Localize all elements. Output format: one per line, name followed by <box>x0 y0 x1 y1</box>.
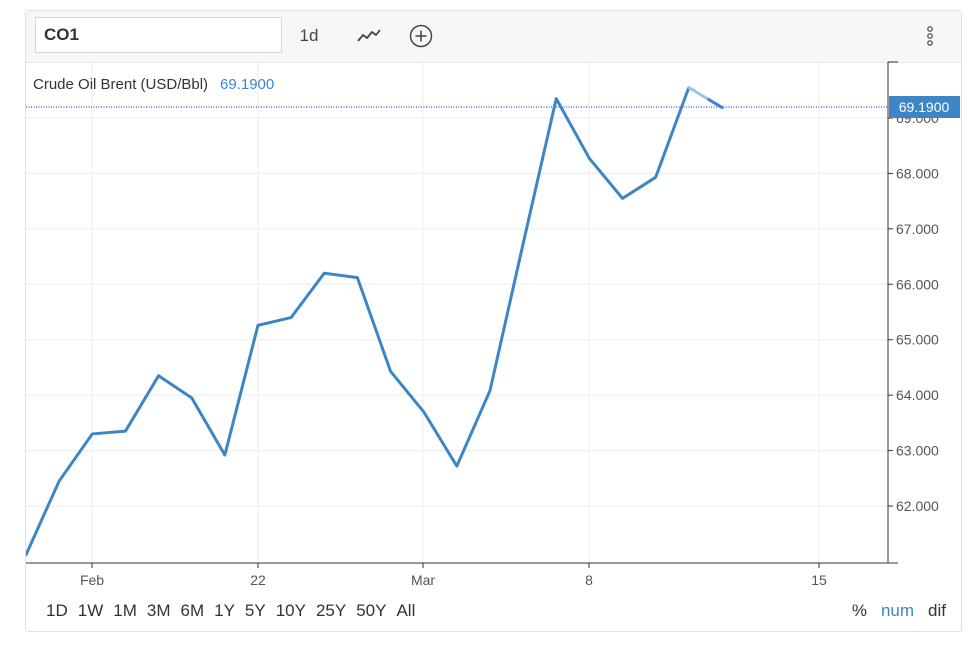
range-button-1w[interactable]: 1W <box>73 599 109 623</box>
range-button-25y[interactable]: 25Y <box>311 599 351 623</box>
y-tick-label: 63.000 <box>896 443 939 459</box>
range-button-50y[interactable]: 50Y <box>351 599 391 623</box>
range-button-all[interactable]: All <box>391 599 420 623</box>
mode-button-percent[interactable]: % <box>845 599 874 623</box>
price-tag-label: 69.1900 <box>899 99 950 115</box>
range-button-6m[interactable]: 6M <box>175 599 209 623</box>
mode-button-num[interactable]: num <box>874 599 921 623</box>
x-tick-label: 8 <box>585 572 593 588</box>
legend-series-name: Crude Oil Brent (USD/Bbl) <box>33 76 208 93</box>
y-tick-label: 64.000 <box>896 387 939 403</box>
chart-widget: 1d 62.00063.00064.00065. <box>25 10 962 632</box>
legend-series-value: 69.1900 <box>220 76 274 93</box>
x-tick-label: Feb <box>80 572 104 588</box>
range-button-1y[interactable]: 1Y <box>209 599 240 623</box>
range-button-3m[interactable]: 3M <box>142 599 176 623</box>
price-chart[interactable]: 62.000 63.000 64.000 65.000 66.000 67.000 68.0… <box>26 11 961 591</box>
range-button-10y[interactable]: 10Y <box>271 599 311 623</box>
y-tick-label: 62.000 <box>896 498 939 514</box>
y-tick-label: 66.000 <box>896 276 939 292</box>
y-tick-label: 67.000 <box>896 221 939 237</box>
y-tick-label: 68.000 <box>896 165 939 181</box>
price-series-last-tip <box>707 97 724 109</box>
range-selector: 1D 1W 1M 3M 6M 1Y 5Y 10Y 25Y 50Y All <box>41 599 420 623</box>
y-tick-label: 65.000 <box>896 332 939 348</box>
range-button-1m[interactable]: 1M <box>108 599 142 623</box>
mode-button-dif[interactable]: dif <box>921 599 953 623</box>
range-button-5y[interactable]: 5Y <box>240 599 271 623</box>
price-tag: 69.1900 <box>889 96 960 118</box>
x-tick-label: 22 <box>250 572 266 588</box>
display-mode-selector: % num dif <box>845 599 953 623</box>
x-tick-label: 15 <box>811 572 827 588</box>
x-tick-label: Mar <box>411 572 435 588</box>
range-button-1d[interactable]: 1D <box>41 599 73 623</box>
